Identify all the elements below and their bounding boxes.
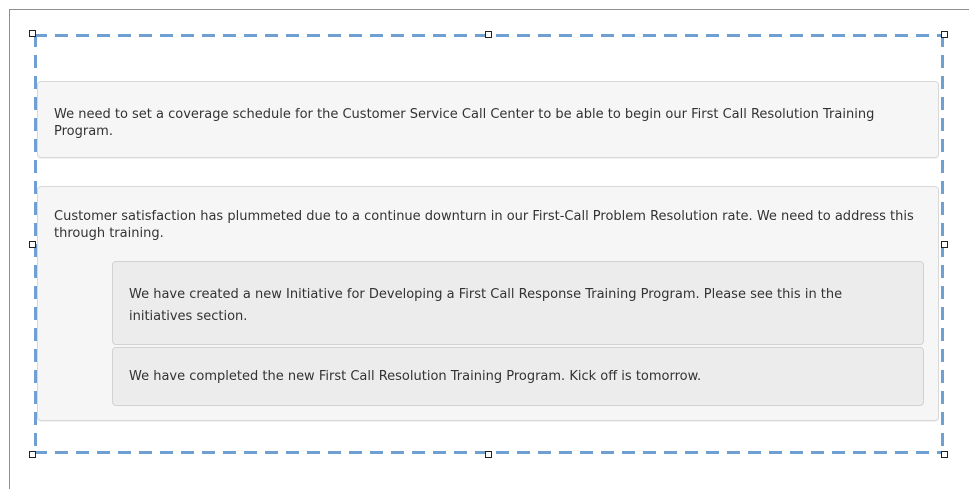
reply-text: We have completed the new First Call Res…: [129, 369, 702, 384]
reply-card[interactable]: We have created a new Initiative for Dev…: [112, 261, 924, 345]
resize-handle-middle-left[interactable]: [29, 241, 36, 248]
resize-handle-bottom-right[interactable]: [941, 451, 948, 458]
resize-handle-top-right[interactable]: [941, 31, 948, 38]
comment-card[interactable]: We need to set a coverage schedule for t…: [37, 81, 939, 158]
resize-handle-top-middle[interactable]: [485, 31, 492, 38]
resize-handle-bottom-middle[interactable]: [485, 451, 492, 458]
comment-card-with-replies[interactable]: Customer satisfaction has plummeted due …: [37, 186, 939, 421]
resize-handle-bottom-left[interactable]: [29, 451, 36, 458]
resize-handle-middle-right[interactable]: [941, 241, 948, 248]
comment-text: We need to set a coverage schedule for t…: [54, 107, 875, 139]
comment-text: Customer satisfaction has plummeted due …: [54, 209, 914, 241]
reply-text: We have created a new Initiative for Dev…: [129, 287, 843, 324]
resize-handle-top-left[interactable]: [29, 30, 36, 37]
reply-card[interactable]: We have completed the new First Call Res…: [112, 347, 924, 406]
